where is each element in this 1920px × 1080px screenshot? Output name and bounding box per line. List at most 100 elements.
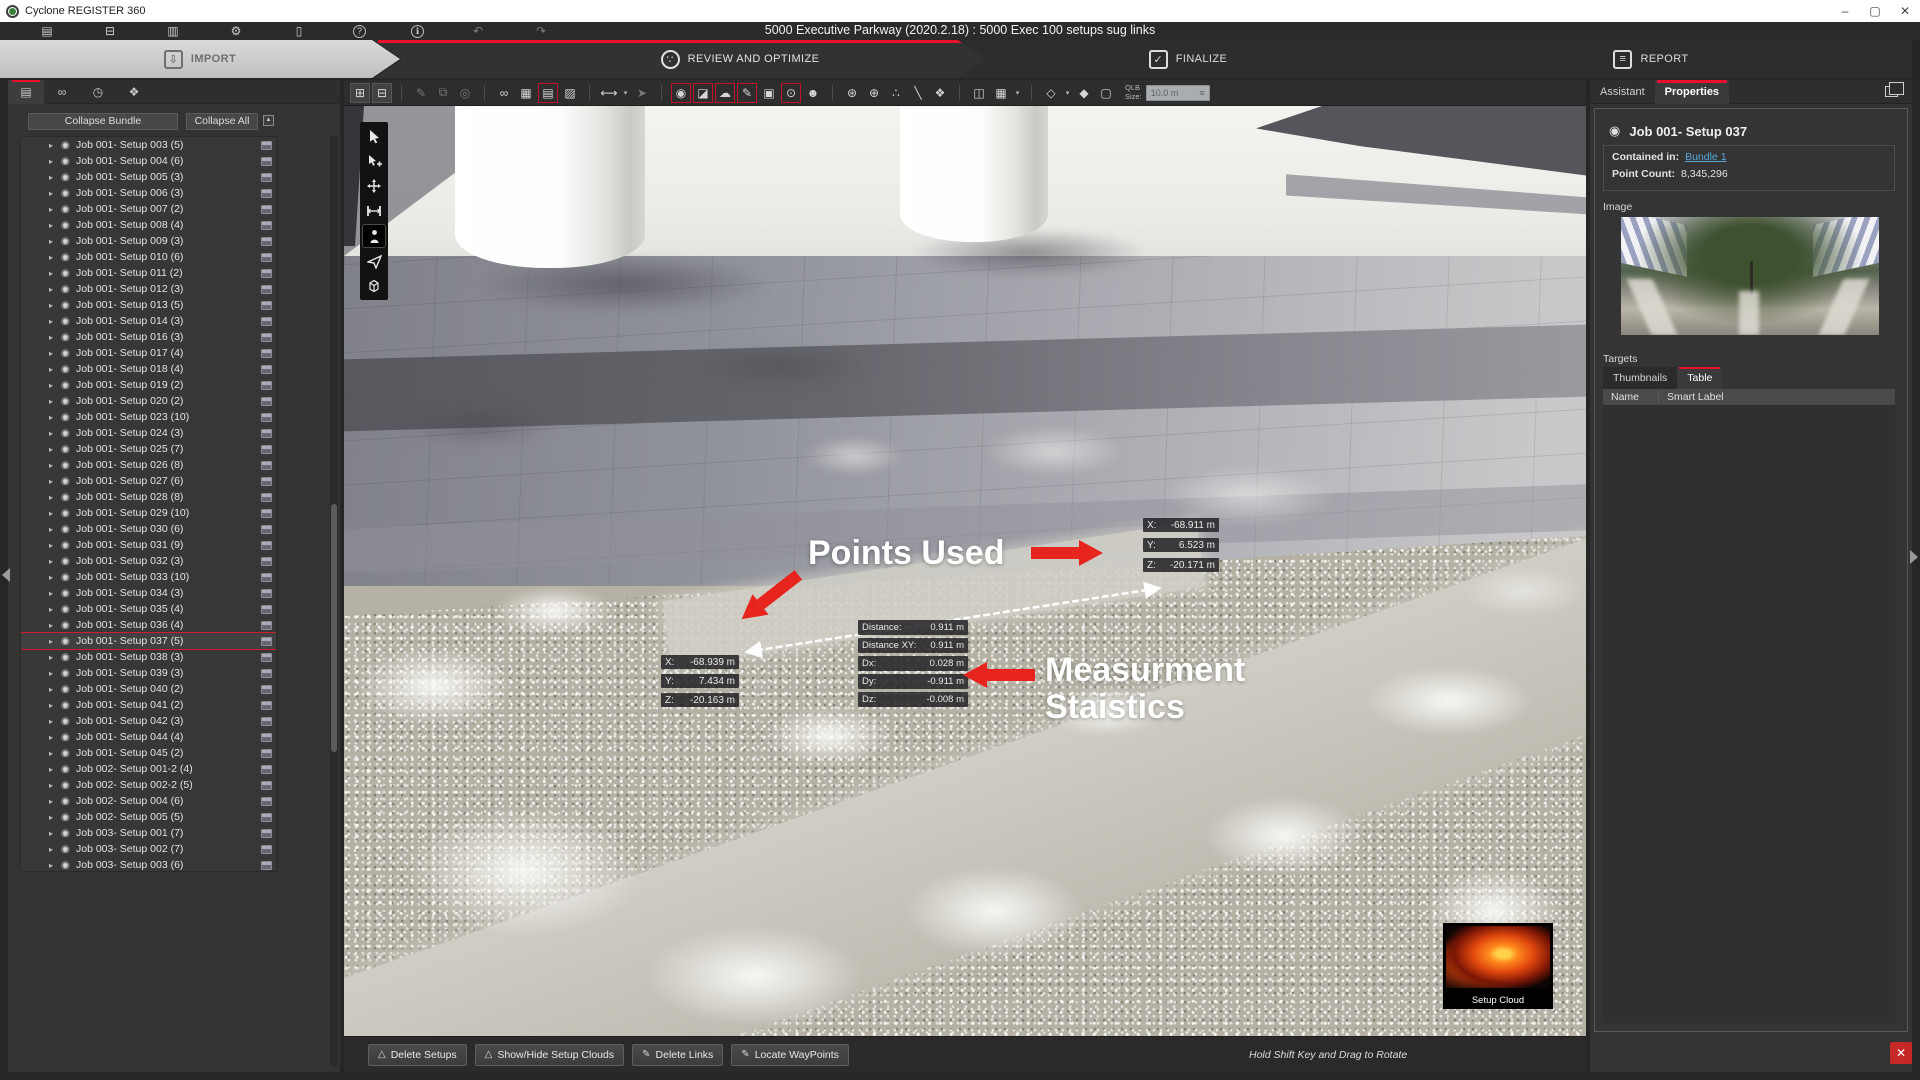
tree-row[interactable]: ▸ ◉ Job 001- Setup 019 (2) xyxy=(21,377,276,393)
expand-arrow-icon[interactable]: ▸ xyxy=(49,397,61,406)
undo-icon[interactable]: ↶ xyxy=(469,24,487,38)
ortho-view-icon[interactable]: ◆ xyxy=(1074,83,1094,103)
tree-row[interactable]: ▸ ◉ Job 001- Setup 009 (3) xyxy=(21,233,276,249)
pan-tool[interactable] xyxy=(363,175,385,197)
search-icon[interactable]: ◎ xyxy=(455,83,475,103)
expand-arrow-icon[interactable]: ▸ xyxy=(49,797,61,806)
tree-row[interactable]: ▸ ◉ Job 001- Setup 033 (10) xyxy=(21,569,276,585)
dropdown-caret-icon[interactable]: ▾ xyxy=(1063,83,1072,103)
expand-arrow-icon[interactable]: ▸ xyxy=(49,573,61,582)
view-cube-icon[interactable]: ◇ xyxy=(1041,83,1061,103)
tree-row[interactable]: ▸ ◉ Job 002- Setup 002-2 (5) xyxy=(21,777,276,793)
expand-arrow-icon[interactable]: ▸ xyxy=(49,237,61,246)
tree-row[interactable]: ▸ ◉ Job 001- Setup 005 (3) xyxy=(21,169,276,185)
tree-row[interactable]: ▸ ◉ Job 001- Setup 034 (3) xyxy=(21,585,276,601)
target-tool-icon[interactable]: ◉ xyxy=(671,83,691,103)
tree-row[interactable]: ▸ ◉ Job 002- Setup 004 (6) xyxy=(21,793,276,809)
path-icon[interactable]: ∴ xyxy=(886,83,906,103)
tree-row[interactable]: ▸ ◉ Job 002- Setup 005 (5) xyxy=(21,809,276,825)
delete-setups-button[interactable]: △ Delete Setups xyxy=(368,1044,467,1066)
cluster-icon[interactable]: ❖ xyxy=(930,83,950,103)
tree-row[interactable]: ▸ ◉ Job 001- Setup 012 (3) xyxy=(21,281,276,297)
expand-arrow-icon[interactable]: ▸ xyxy=(49,141,61,150)
undock-panel-icon[interactable] xyxy=(1885,86,1898,97)
expand-arrow-icon[interactable]: ▸ xyxy=(49,749,61,758)
tree-row[interactable]: ▸ ◉ Job 001- Setup 037 (5) xyxy=(21,633,276,649)
add-to-bundle-icon[interactable]: ⊞ xyxy=(350,83,370,103)
tree-row[interactable]: ▸ ◉ Job 001- Setup 023 (10) xyxy=(21,409,276,425)
fly-navigation-tool[interactable] xyxy=(363,250,385,272)
pano-camera-icon[interactable]: ◫ xyxy=(969,83,989,103)
expand-arrow-icon[interactable]: ▸ xyxy=(49,333,61,342)
tab-table[interactable]: Table xyxy=(1677,367,1722,389)
tree-row[interactable]: ▸ ◉ Job 001- Setup 030 (6) xyxy=(21,521,276,537)
person-view-tool-icon[interactable]: ☻ xyxy=(803,83,823,103)
expand-arrow-icon[interactable]: ▸ xyxy=(49,637,61,646)
workflow-step-finalize[interactable]: ✓ FINALIZE xyxy=(958,40,1418,78)
expand-arrow-icon[interactable]: ▸ xyxy=(49,509,61,518)
minimize-button[interactable]: – xyxy=(1830,0,1860,22)
collapse-right-panel-icon[interactable] xyxy=(1910,550,1918,564)
expand-arrow-icon[interactable]: ▸ xyxy=(49,349,61,358)
column-smart-label[interactable]: Smart Label xyxy=(1659,391,1724,403)
expand-arrow-icon[interactable]: ▸ xyxy=(49,461,61,470)
expand-arrow-icon[interactable]: ▸ xyxy=(49,429,61,438)
tree-row[interactable]: ▸ ◉ Job 001- Setup 039 (3) xyxy=(21,665,276,681)
column-name[interactable]: Name xyxy=(1603,391,1659,403)
expand-arrow-icon[interactable]: ▸ xyxy=(49,253,61,262)
device-icon[interactable]: ▯ xyxy=(290,24,308,38)
tree-row[interactable]: ▸ ◉ Job 001- Setup 020 (2) xyxy=(21,393,276,409)
import-project-icon[interactable]: ⊟ xyxy=(101,24,119,38)
expand-arrow-icon[interactable]: ▸ xyxy=(49,781,61,790)
show-hide-setup-clouds-button[interactable]: △ Show/Hide Setup Clouds xyxy=(475,1044,624,1066)
expand-arrow-icon[interactable]: ▸ xyxy=(49,557,61,566)
annotate-icon[interactable]: ╲ xyxy=(908,83,928,103)
expand-arrow-icon[interactable]: ▸ xyxy=(49,621,61,630)
expand-arrow-icon[interactable]: ▸ xyxy=(49,269,61,278)
image-view-icon[interactable]: ▨ xyxy=(560,83,580,103)
tree-row[interactable]: ▸ ◉ Job 001- Setup 004 (6) xyxy=(21,153,276,169)
tree-row[interactable]: ▸ ◉ Job 001- Setup 031 (9) xyxy=(21,537,276,553)
expand-arrow-icon[interactable]: ▸ xyxy=(49,301,61,310)
expand-arrow-icon[interactable]: ▸ xyxy=(49,669,61,678)
collapse-bundle-button[interactable]: Collapse Bundle xyxy=(28,113,178,130)
tree-row[interactable]: ▸ ◉ Job 001- Setup 035 (4) xyxy=(21,601,276,617)
cloud-tool-icon[interactable]: ☁ xyxy=(715,83,735,103)
scrollbar-thumb[interactable] xyxy=(331,504,337,752)
expand-arrow-icon[interactable]: ▸ xyxy=(49,477,61,486)
delete-links-button[interactable]: ✎ Delete Links xyxy=(632,1044,723,1066)
tree-row[interactable]: ▸ ◉ Job 001- Setup 025 (7) xyxy=(21,441,276,457)
about-icon[interactable]: ℹ xyxy=(411,25,424,38)
tree-row[interactable]: ▸ ◉ Job 001- Setup 026 (8) xyxy=(21,457,276,473)
tab-assets[interactable]: ❖ xyxy=(116,80,152,104)
expand-arrow-icon[interactable]: ▸ xyxy=(49,589,61,598)
close-panel-button[interactable]: ✕ xyxy=(1890,1042,1912,1064)
expand-arrow-icon[interactable]: ▸ xyxy=(49,205,61,214)
expand-arrow-icon[interactable]: ▸ xyxy=(49,493,61,502)
tree-row[interactable]: ▸ ◉ Job 001- Setup 028 (8) xyxy=(21,489,276,505)
copy-icon[interactable]: ⧉ xyxy=(433,83,453,103)
settings-icon[interactable]: ⚙ xyxy=(227,24,245,38)
tree-row[interactable]: ▸ ◉ Job 001- Setup 013 (5) xyxy=(21,297,276,313)
setup-cloud-preview[interactable]: Setup Cloud xyxy=(1443,923,1553,1009)
edit-icon[interactable]: ✎ xyxy=(411,83,431,103)
tree-row[interactable]: ▸ ◉ Job 001- Setup 042 (3) xyxy=(21,713,276,729)
tree-row[interactable]: ▸ ◉ Job 001- Setup 008 (4) xyxy=(21,217,276,233)
measure-tool-icon[interactable]: ⟷ xyxy=(599,83,619,103)
globe-icon[interactable]: ⊛ xyxy=(842,83,862,103)
person-view-tool[interactable] xyxy=(363,225,385,247)
remove-from-bundle-icon[interactable]: ⊟ xyxy=(372,83,392,103)
tree-row[interactable]: ▸ ◉ Job 002- Setup 001-2 (4) xyxy=(21,761,276,777)
sidebar-scrollbar[interactable] xyxy=(330,136,338,1066)
tree-row[interactable]: ▸ ◉ Job 001- Setup 003 (5) xyxy=(21,137,276,153)
label-tool-icon[interactable]: ◪ xyxy=(693,83,713,103)
tree-row[interactable]: ▸ ◉ Job 001- Setup 010 (6) xyxy=(21,249,276,265)
expand-arrow-icon[interactable]: ▸ xyxy=(49,541,61,550)
redo-icon[interactable]: ↷ xyxy=(532,24,550,38)
expand-arrow-icon[interactable]: ▸ xyxy=(49,189,61,198)
locate-waypoints-button[interactable]: ✎ Locate WayPoints xyxy=(731,1044,849,1066)
report-icon[interactable]: ▥ xyxy=(164,24,182,38)
tree-row[interactable]: ▸ ◉ Job 001- Setup 014 (3) xyxy=(21,313,276,329)
tree-row[interactable]: ▸ ◉ Job 001- Setup 027 (6) xyxy=(21,473,276,489)
collapse-all-button[interactable]: Collapse All xyxy=(186,113,258,130)
